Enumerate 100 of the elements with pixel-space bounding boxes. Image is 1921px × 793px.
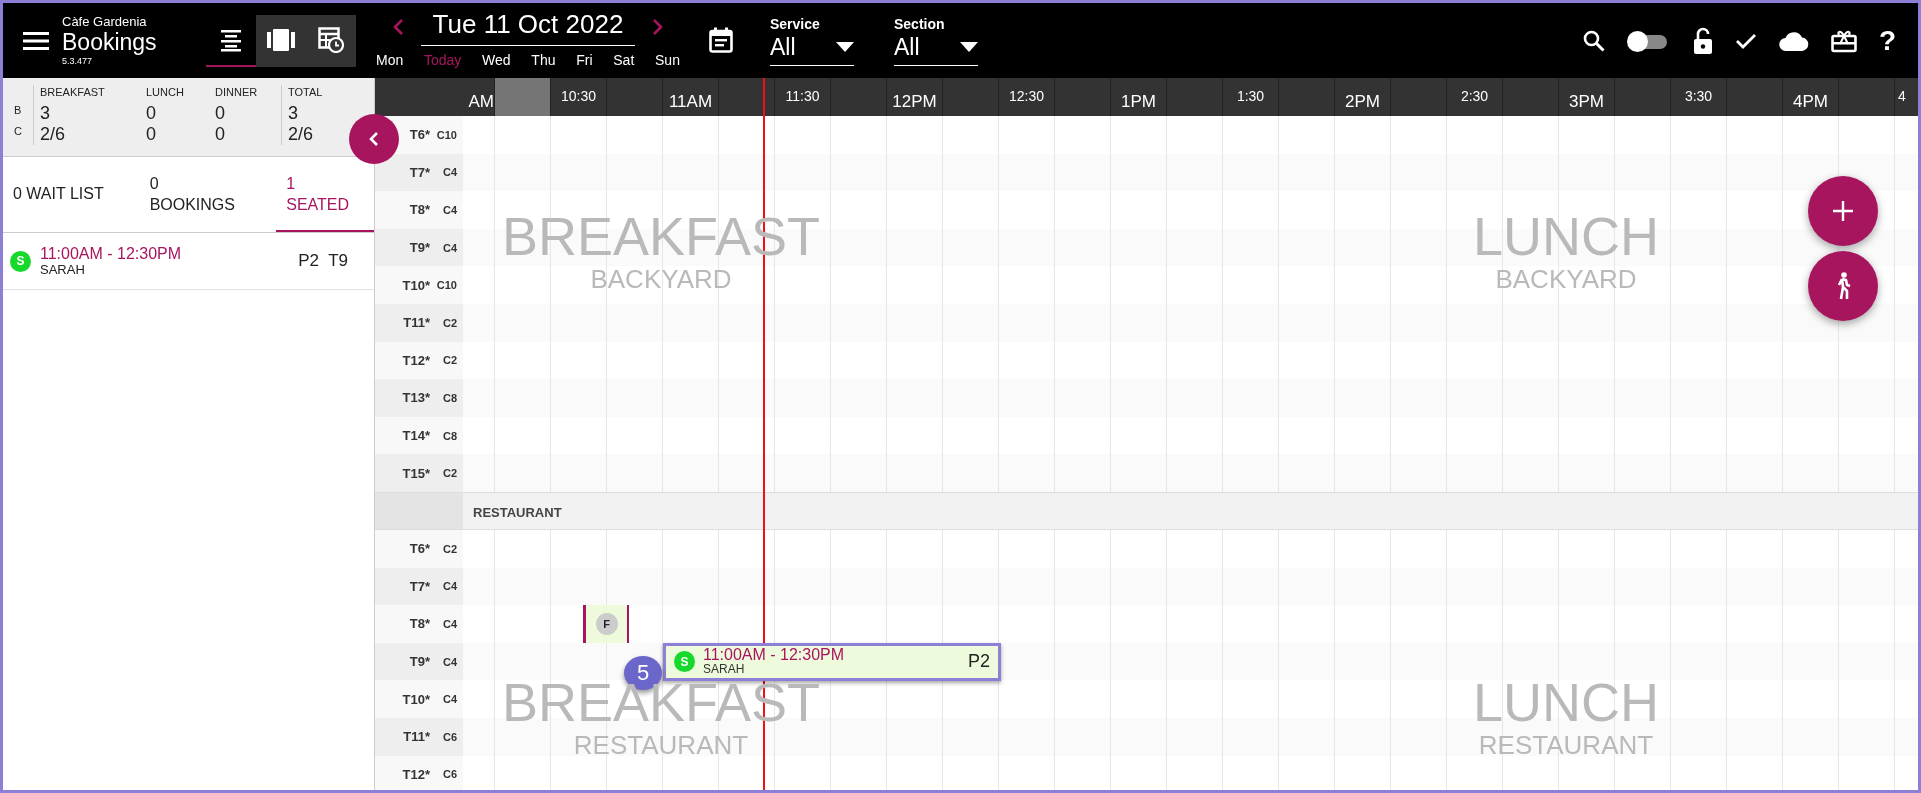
lock-button[interactable] bbox=[1692, 26, 1713, 55]
table-name: T9* bbox=[408, 240, 430, 256]
chevron-left-icon bbox=[368, 131, 380, 147]
table-capacity: C2 bbox=[441, 354, 458, 367]
summary-value: 2/6 bbox=[288, 124, 315, 145]
table-name: T7* bbox=[408, 164, 430, 180]
dropdown-arrow-icon bbox=[960, 42, 978, 52]
gift-card-icon bbox=[1830, 28, 1857, 53]
time-label: 2:30 bbox=[1460, 88, 1489, 106]
time-label: 4PM bbox=[1793, 92, 1828, 113]
search-icon bbox=[1582, 29, 1605, 52]
table-name: T12* bbox=[401, 766, 430, 782]
column-header: LUNCH bbox=[146, 85, 185, 100]
cloud-button[interactable] bbox=[1778, 30, 1809, 51]
column-header: TOTAL bbox=[288, 85, 324, 100]
section-name: RESTAURANT bbox=[472, 503, 562, 522]
filter-label: Section bbox=[894, 15, 946, 32]
table-capacity: C6 bbox=[441, 768, 458, 781]
filter-dropdown[interactable]: All bbox=[894, 31, 978, 66]
table-capacity: C6 bbox=[441, 730, 458, 743]
table-name: T10* bbox=[401, 691, 430, 707]
search-button[interactable] bbox=[1582, 29, 1605, 52]
table-capacity: C4 bbox=[441, 166, 458, 179]
area-watermark: BACKYARD bbox=[590, 264, 732, 294]
table-capacity: C8 bbox=[441, 429, 458, 442]
time-label: 11AM bbox=[668, 92, 713, 113]
version-label: 5.3.477 bbox=[62, 55, 94, 67]
table-name: T12* bbox=[401, 352, 430, 368]
day-button[interactable]: Fri bbox=[572, 51, 597, 68]
table-name: T8* bbox=[408, 202, 430, 218]
table-name: T11* bbox=[402, 315, 430, 331]
table-capacity: C4 bbox=[441, 241, 458, 254]
table-capacity: C2 bbox=[441, 467, 458, 480]
column-header: BREAKFAST bbox=[40, 85, 106, 100]
time-label: 1PM bbox=[1121, 92, 1156, 113]
guest-name: SARAH bbox=[40, 263, 86, 277]
time-label: 11:30 bbox=[785, 88, 820, 106]
status-badge: S bbox=[674, 651, 695, 673]
time-label: 3:30 bbox=[1684, 88, 1713, 106]
party-size: P2 bbox=[967, 651, 990, 673]
time-label: 3PM bbox=[1569, 92, 1604, 113]
date-label: Tue 11 Oct 2022 bbox=[420, 8, 636, 46]
summary-value: 2/6 bbox=[40, 124, 67, 145]
plus-icon bbox=[1833, 201, 1853, 221]
menu-icon bbox=[23, 30, 49, 51]
summary-value: 0 bbox=[215, 103, 226, 124]
cloud-icon bbox=[1778, 30, 1809, 51]
view-mode-button[interactable] bbox=[256, 14, 306, 67]
checkmark-icon bbox=[1734, 31, 1757, 50]
party-table-label: P2 T9 bbox=[298, 251, 348, 271]
day-button[interactable]: Mon bbox=[372, 51, 408, 68]
column-header: DINNER bbox=[215, 85, 259, 100]
table-capacity: C2 bbox=[441, 316, 458, 329]
summary-value: 0 bbox=[146, 124, 157, 145]
time-label: AM bbox=[468, 92, 494, 113]
columns-icon bbox=[267, 28, 295, 51]
chevron-right-icon bbox=[652, 18, 664, 36]
flag-badge: F bbox=[595, 612, 618, 635]
day-button[interactable]: Sat bbox=[609, 51, 639, 68]
day-button[interactable]: Thu bbox=[527, 51, 560, 68]
booking-time: 11:00AM - 12:30PM bbox=[703, 647, 846, 664]
walking-person-icon bbox=[1835, 272, 1851, 300]
gift-card-button[interactable] bbox=[1830, 28, 1857, 53]
filter-dropdown[interactable]: All bbox=[770, 31, 854, 66]
table-capacity: C8 bbox=[441, 391, 458, 404]
table-name: T8* bbox=[408, 616, 430, 632]
padlock-icon bbox=[1692, 26, 1713, 55]
calendar-button[interactable] bbox=[708, 26, 734, 55]
table-name: T10* bbox=[401, 277, 430, 293]
booking-time: 11:00AM - 12:30PM bbox=[40, 245, 183, 263]
table-name: T14* bbox=[401, 428, 430, 444]
venue-name: Càfe Gardenia bbox=[62, 14, 148, 29]
day-button[interactable]: Wed bbox=[478, 51, 515, 68]
service-watermark: LUNCH bbox=[1473, 673, 1659, 730]
table-capacity: C4 bbox=[441, 580, 458, 593]
table-name: T13* bbox=[401, 390, 430, 406]
table-name: T6* bbox=[408, 541, 430, 557]
table-capacity: C4 bbox=[441, 693, 458, 706]
table-capacity: C10 bbox=[435, 279, 458, 292]
list-tab[interactable]: 0 BOOKINGS bbox=[139, 157, 277, 232]
row-label: B bbox=[14, 103, 23, 118]
table-name: T6* bbox=[408, 127, 430, 143]
area-watermark: RESTAURANT bbox=[1478, 729, 1654, 760]
table-name: T9* bbox=[408, 654, 430, 669]
table-name: T7* bbox=[408, 578, 430, 594]
summary-value: 0 bbox=[146, 103, 157, 124]
summary-value: 0 bbox=[215, 124, 226, 145]
day-button[interactable]: Sun bbox=[651, 51, 684, 68]
table-capacity: C4 bbox=[441, 204, 458, 216]
help-button[interactable]: ? bbox=[1878, 24, 1896, 57]
time-label: 12PM bbox=[892, 92, 937, 113]
list-tab[interactable]: 0 WAIT LIST bbox=[3, 157, 140, 232]
summary-value: 3 bbox=[288, 103, 299, 124]
table-capacity: C10 bbox=[435, 128, 458, 141]
filter-label: Service bbox=[770, 15, 821, 32]
view-mode-button[interactable] bbox=[306, 14, 356, 67]
reservation-block[interactable]: F bbox=[583, 605, 629, 643]
table-capacity: C2 bbox=[441, 542, 458, 555]
confirm-button[interactable] bbox=[1734, 31, 1757, 50]
app-title: Bookings bbox=[62, 29, 158, 55]
